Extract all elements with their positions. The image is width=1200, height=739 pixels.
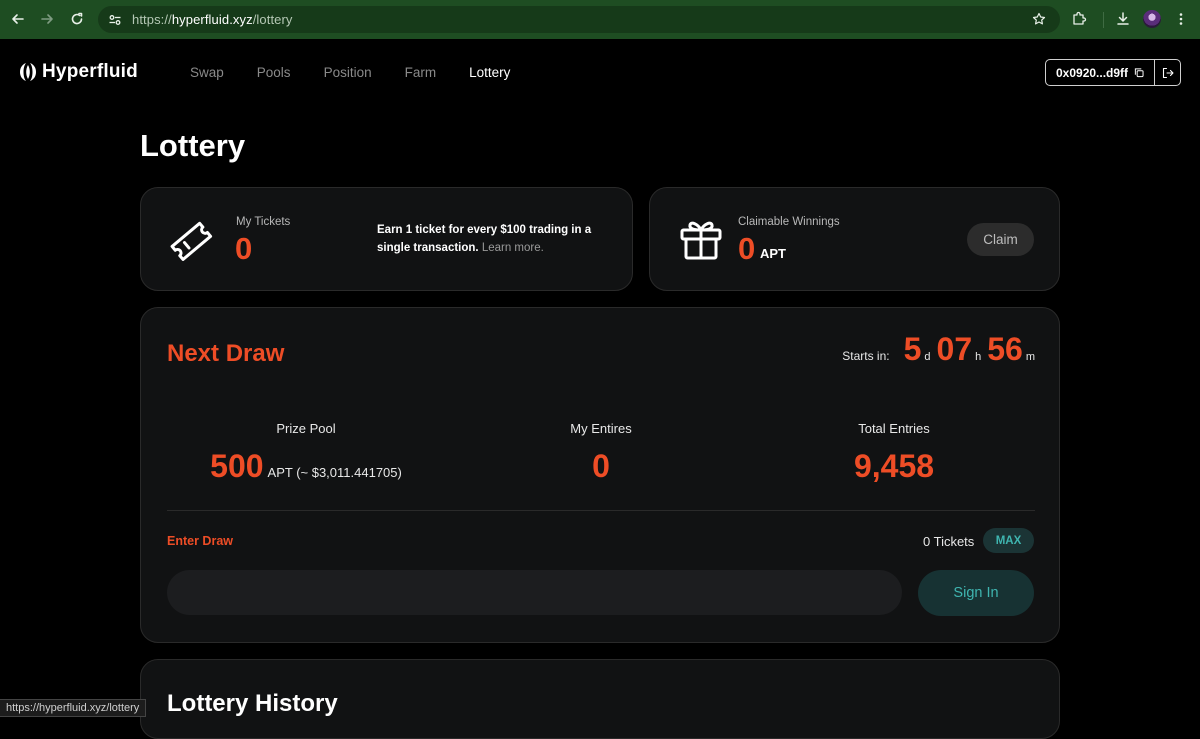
- back-button[interactable]: [7, 8, 29, 30]
- wallet-widget: 0x0920...d9ff: [1045, 59, 1181, 86]
- winnings-unit: APT: [760, 246, 786, 261]
- reload-icon: [71, 12, 83, 25]
- ticket-amount-input[interactable]: [167, 570, 902, 615]
- arrow-right-icon: [41, 14, 53, 24]
- lottery-history-card: Lottery History: [140, 659, 1060, 739]
- page-title: Lottery: [140, 128, 246, 163]
- prize-pool-suffix: APT (~ $3,011.441705): [267, 465, 402, 480]
- next-draw-title: Next Draw: [167, 340, 285, 367]
- claim-button[interactable]: Claim: [967, 223, 1034, 256]
- my-entries-label: My Entires: [570, 421, 632, 436]
- app-header: Hyperfluid Swap Pools Position Farm Lott…: [0, 39, 1200, 105]
- max-button[interactable]: MAX: [983, 528, 1034, 553]
- claimable-winnings-value: 0: [738, 231, 756, 266]
- extensions-button[interactable]: [1069, 9, 1089, 29]
- main-nav: Swap Pools Position Farm Lottery: [190, 65, 510, 80]
- puzzle-icon: [1073, 11, 1087, 25]
- address-bar[interactable]: https://hyperfluid.xyz/lottery: [98, 6, 1060, 33]
- copy-icon[interactable]: [1134, 67, 1144, 78]
- wallet-address: 0x0920...d9ff: [1056, 65, 1129, 80]
- hyperfluid-logo-icon: [20, 63, 36, 81]
- disconnect-button[interactable]: [1155, 60, 1180, 85]
- my-entries-value: 0: [592, 448, 610, 484]
- starts-in-label: Starts in:: [842, 349, 890, 363]
- arrow-left-icon: [12, 14, 24, 24]
- my-entries-stat: My Entires 0: [521, 421, 681, 485]
- downloads-button[interactable]: [1113, 9, 1133, 29]
- lottery-history-title: Lottery History: [167, 690, 338, 717]
- total-entries-value: 9,458: [853, 448, 935, 484]
- countdown-days: 5: [903, 331, 922, 367]
- prize-pool-label: Prize Pool: [276, 421, 336, 436]
- ticket-icon: [170, 221, 213, 261]
- my-tickets-value: 0: [235, 231, 253, 266]
- prize-pool-stat: Prize Pool 500 APT (~ $3,011.441705): [171, 421, 441, 485]
- countdown-hours-unit: h: [975, 351, 982, 363]
- wallet-address-button[interactable]: 0x0920...d9ff: [1046, 60, 1155, 85]
- total-entries-stat: Total Entries 9,458: [814, 421, 974, 485]
- sign-in-button[interactable]: Sign In: [918, 570, 1034, 616]
- claimable-winnings-label: Claimable Winnings: [738, 216, 840, 228]
- toolbar-separator: [1103, 12, 1104, 28]
- nav-position[interactable]: Position: [324, 65, 372, 80]
- site-settings-icon[interactable]: [108, 13, 122, 27]
- countdown-days-unit: d: [924, 351, 931, 363]
- learn-more-link[interactable]: Learn more.: [482, 242, 544, 254]
- total-entries-label: Total Entries: [858, 421, 930, 436]
- forward-button[interactable]: [36, 8, 58, 30]
- available-tickets: 0 Tickets: [923, 534, 975, 549]
- link-status-bubble: https://hyperfluid.xyz/lottery: [0, 699, 147, 717]
- browser-toolbar: https://hyperfluid.xyz/lottery: [0, 0, 1200, 39]
- section-divider: [167, 510, 1035, 511]
- kebab-menu-icon: [1179, 13, 1183, 25]
- countdown-hours: 07: [936, 331, 973, 367]
- logout-icon: [1162, 67, 1174, 78]
- nav-pools[interactable]: Pools: [257, 65, 291, 80]
- next-draw-card: Next Draw Starts in: 5 d 07 h 56 m Prize…: [140, 307, 1060, 643]
- countdown-minutes-unit: m: [1025, 351, 1035, 363]
- profile-avatar[interactable]: [1143, 10, 1161, 28]
- brand-logo[interactable]: Hyperfluid: [19, 61, 138, 83]
- countdown-minutes: 56: [987, 331, 1023, 367]
- my-tickets-label: My Tickets: [236, 216, 291, 228]
- reload-button[interactable]: [66, 8, 88, 30]
- earn-ticket-info: Earn 1 ticket for every $100 trading in …: [377, 221, 597, 257]
- prize-pool-amount: 500 APT (~ $3,011.441705): [171, 448, 441, 485]
- browser-menu-button[interactable]: [1171, 9, 1191, 29]
- brand-name: Hyperfluid: [42, 61, 138, 82]
- claimable-winnings-card: Claimable Winnings 0 APT Claim: [649, 187, 1060, 291]
- prize-pool-value: 500: [210, 448, 264, 484]
- nav-swap[interactable]: Swap: [190, 65, 224, 80]
- nav-lottery[interactable]: Lottery: [469, 65, 510, 80]
- nav-farm[interactable]: Farm: [405, 65, 437, 80]
- my-tickets-card: My Tickets 0 Earn 1 ticket for every $10…: [140, 187, 633, 291]
- draw-countdown: Starts in: 5 d 07 h 56 m: [842, 331, 1035, 368]
- enter-draw-label: Enter Draw: [167, 534, 233, 548]
- bookmark-star-icon[interactable]: [1032, 12, 1046, 26]
- gift-icon: [680, 221, 722, 260]
- download-icon: [1117, 12, 1129, 25]
- url-text: https://hyperfluid.xyz/lottery: [132, 12, 293, 27]
